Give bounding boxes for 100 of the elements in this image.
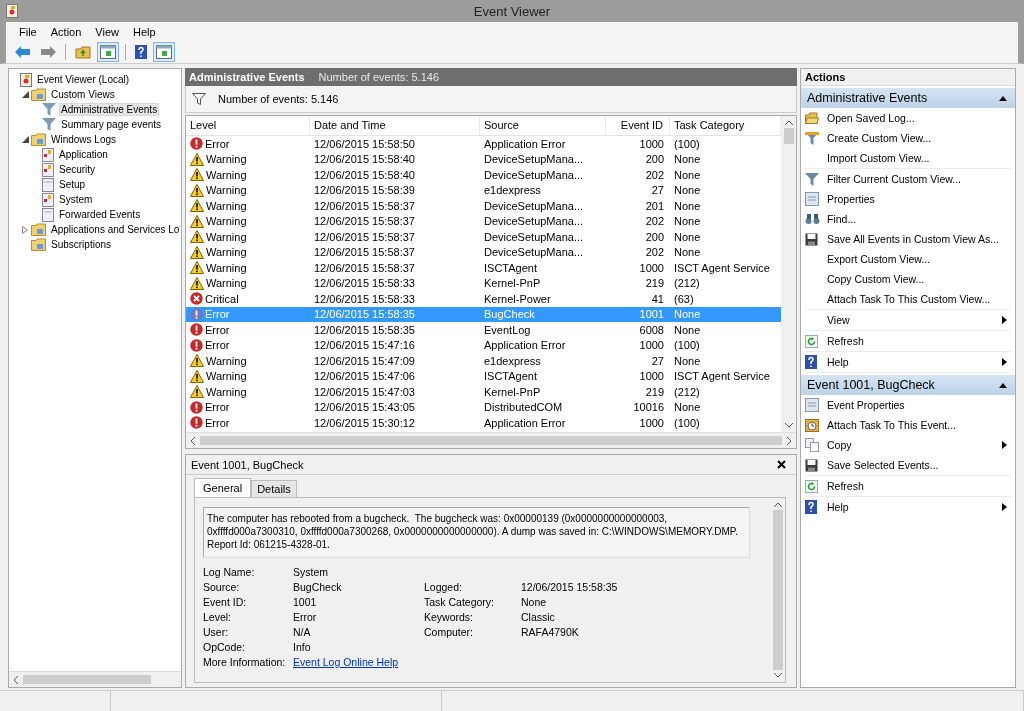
event-row[interactable]: Error 12/06/2015 15:47:16 Application Error 1000 (100) [186, 337, 781, 353]
table-cell-text: Kernel-Power [483, 292, 552, 305]
command-item[interactable]: Open Saved Log... [805, 108, 1011, 128]
event-row[interactable]: Warning 12/06/2015 15:47:06 ISCTAgent 1000 ISCT Agent Service [186, 368, 781, 384]
panel-toggle-button[interactable] [97, 42, 119, 62]
close-icon[interactable] [777, 460, 786, 469]
event-row[interactable]: Warning 12/06/2015 15:58:40 DeviceSetupMana... 202 None [186, 167, 781, 183]
tree-item[interactable]: System [57, 193, 95, 206]
command-item[interactable]: Filter Current Custom View... [805, 169, 1011, 189]
filter-status: Number of events: 5.146 [218, 93, 339, 105]
collapse-arrow-icon[interactable] [999, 382, 1007, 388]
tree-item[interactable]: Administrative Events [59, 103, 160, 116]
help-icon [805, 355, 817, 369]
command-item[interactable]: Help [805, 352, 1011, 372]
help-button[interactable] [132, 42, 150, 62]
event-row[interactable]: Error 12/06/2015 15:30:12 Application Error 1000 (100) [186, 415, 781, 431]
menu-item[interactable]: Action [43, 23, 89, 40]
column-header[interactable]: Source [480, 116, 606, 135]
event-row[interactable]: Warning 12/06/2015 15:58:37 DeviceSetupMana... 200 None [186, 229, 781, 245]
collapse-arrow-icon[interactable] [22, 136, 29, 143]
table-cell: Warning [186, 214, 310, 228]
event-row[interactable]: Error 12/06/2015 15:43:05 DistributedCOM 10016 None [186, 399, 781, 415]
event-row[interactable]: Warning 12/06/2015 15:58:39 e1dexpress 27 None [186, 182, 781, 198]
event-row[interactable]: Warning 12/06/2015 15:58:37 DeviceSetupMana... 201 None [186, 198, 781, 214]
tree-item[interactable]: Windows Logs [49, 133, 119, 146]
command-item[interactable]: Attach Task To This Custom View... [805, 289, 1011, 309]
command-item[interactable]: Import Custom View... [805, 148, 1011, 168]
command-item[interactable]: Refresh [805, 476, 1011, 496]
tree-item[interactable]: Setup [57, 178, 88, 191]
command-item[interactable]: Create Custom View... [805, 128, 1011, 148]
scrollbar-thumb[interactable] [772, 510, 783, 670]
horizontal-scrollbar[interactable] [9, 671, 181, 687]
scrollbar-thumb[interactable] [200, 436, 782, 445]
field-label: User: [203, 626, 229, 638]
panel-toggle-button[interactable] [153, 42, 175, 62]
event-row[interactable]: Warning 12/06/2015 15:58:33 Kernel-PnP 219 (212) [186, 275, 781, 291]
event-row[interactable]: Warning 12/06/2015 15:47:03 Kernel-PnP 219 (212) [186, 384, 781, 400]
field-label: More Information: [203, 656, 286, 668]
event-row[interactable]: Critical 12/06/2015 15:58:33 Kernel-Power 41 (63) [186, 291, 781, 307]
horizontal-scrollbar[interactable] [186, 432, 796, 448]
command-item[interactable]: Refresh [805, 331, 1011, 351]
tree-item[interactable]: Custom Views [49, 88, 117, 101]
field-value: 12/06/2015 15:58:35 [521, 581, 618, 593]
column-header[interactable]: Level [186, 116, 310, 135]
command-item[interactable]: Attach Task To This Event... [805, 415, 1011, 435]
folder-icon [805, 112, 819, 124]
field-value: N/A [293, 626, 311, 638]
command-item[interactable]: Properties [805, 189, 1011, 209]
table-cell-text: 10016 [632, 401, 665, 414]
menu-item[interactable]: Help [125, 23, 163, 40]
command-item[interactable]: Find... [805, 209, 1011, 229]
column-header[interactable]: Event ID [606, 116, 670, 135]
help-link[interactable]: Event Log Online Help [293, 656, 399, 668]
column-header[interactable]: Date and Time [310, 116, 480, 135]
section-header[interactable]: Event 1001, BugCheck [801, 375, 1015, 395]
command-item[interactable]: Save Selected Events... [805, 455, 1011, 475]
scrollbar-thumb[interactable] [783, 128, 794, 144]
command-item[interactable]: Event Properties [805, 395, 1011, 415]
command-item[interactable]: Export Custom View... [805, 249, 1011, 269]
event-row[interactable]: Warning 12/06/2015 15:58:37 ISCTAgent 1000 ISCT Agent Service [186, 260, 781, 276]
tree-item[interactable]: Summary page events [59, 118, 164, 131]
log-icon [42, 192, 54, 207]
collapse-arrow-icon[interactable] [999, 95, 1007, 101]
tree-item[interactable]: Security [57, 163, 98, 176]
tree-item[interactable]: Applications and Services Lo [49, 223, 182, 236]
tree-item[interactable]: Event Viewer (Local) [35, 73, 132, 86]
event-row[interactable]: Warning 12/06/2015 15:58:37 DeviceSetupMana... 202 None [186, 213, 781, 229]
binoculars-icon [805, 213, 820, 225]
event-row[interactable]: Warning 12/06/2015 15:58:37 DeviceSetupMana... 202 None [186, 244, 781, 260]
event-row[interactable]: Warning 12/06/2015 15:47:09 e1dexpress 27 None [186, 353, 781, 369]
table-cell: Error [186, 338, 310, 352]
field-label: OpCode: [203, 641, 246, 653]
scrollbar-thumb[interactable] [23, 675, 151, 684]
event-row[interactable]: Error 12/06/2015 15:58:50 Application Error 1000 (100) [186, 136, 781, 152]
command-item[interactable]: Copy [805, 435, 1011, 455]
warning-icon [190, 261, 204, 275]
expand-arrow-icon[interactable] [22, 225, 28, 234]
tab[interactable]: Details [251, 480, 297, 497]
event-row[interactable]: Warning 12/06/2015 15:58:40 DeviceSetupMana... 200 None [186, 151, 781, 167]
table-cell-text: (100) [673, 339, 701, 352]
table-cell-text: 12/06/2015 15:58:37 [313, 215, 416, 228]
section-header[interactable]: Administrative Events [801, 88, 1015, 108]
tree-item[interactable]: Forwarded Events [57, 208, 143, 221]
table-cell-text: 12/06/2015 15:47:03 [313, 385, 416, 398]
collapse-arrow-icon[interactable] [22, 91, 29, 98]
error-icon [190, 416, 203, 430]
command-item[interactable]: Copy Custom View... [805, 269, 1011, 289]
table-cell: Warning [186, 199, 310, 213]
menu-item[interactable]: View [88, 23, 126, 40]
menu-item[interactable]: File [12, 23, 44, 40]
event-row[interactable]: Error 12/06/2015 15:58:35 EventLog 6008 None [186, 322, 781, 338]
table-cell-text: 12/06/2015 15:47:06 [313, 370, 416, 383]
command-item[interactable]: Help [805, 497, 1011, 517]
table-cell: Error [186, 137, 310, 151]
command-item[interactable]: View [805, 310, 1011, 330]
tab[interactable]: General [194, 478, 252, 497]
tree-item[interactable]: Application [57, 148, 110, 161]
command-item[interactable]: Save All Events in Custom View As... [805, 229, 1011, 249]
vertical-scrollbar[interactable] [781, 116, 796, 432]
tree-item[interactable]: Subscriptions [49, 238, 114, 251]
